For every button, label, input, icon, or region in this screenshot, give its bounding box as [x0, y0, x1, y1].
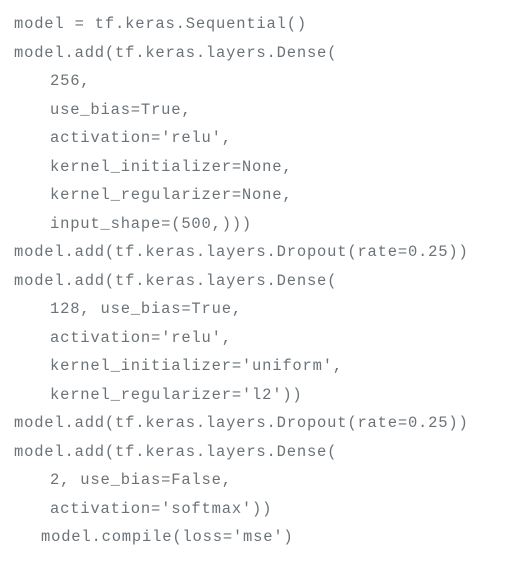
code-line: 128, use_bias=True, — [14, 295, 511, 324]
code-line: activation='relu', — [14, 324, 511, 353]
code-line: activation='softmax')) — [14, 495, 511, 524]
code-line: 256, — [14, 67, 511, 96]
code-line: kernel_initializer='uniform', — [14, 352, 511, 381]
code-line: model.add(tf.keras.layers.Dense( — [14, 438, 511, 467]
code-line: model.add(tf.keras.layers.Dense( — [14, 267, 511, 296]
code-line: model.add(tf.keras.layers.Dropout(rate=0… — [14, 238, 511, 267]
code-line: 2, use_bias=False, — [14, 466, 511, 495]
code-line: activation='relu', — [14, 124, 511, 153]
code-line: model.add(tf.keras.layers.Dropout(rate=0… — [14, 409, 511, 438]
code-line: model.add(tf.keras.layers.Dense( — [14, 39, 511, 68]
code-line: kernel_initializer=None, — [14, 153, 511, 182]
code-line: model = tf.keras.Sequential() — [14, 10, 511, 39]
code-line: kernel_regularizer='l2')) — [14, 381, 511, 410]
code-block: model = tf.keras.Sequential() model.add(… — [14, 10, 511, 552]
code-line: kernel_regularizer=None, — [14, 181, 511, 210]
code-line: use_bias=True, — [14, 96, 511, 125]
code-line: input_shape=(500,))) — [14, 210, 511, 239]
code-line: model.compile(loss='mse') — [14, 523, 511, 552]
